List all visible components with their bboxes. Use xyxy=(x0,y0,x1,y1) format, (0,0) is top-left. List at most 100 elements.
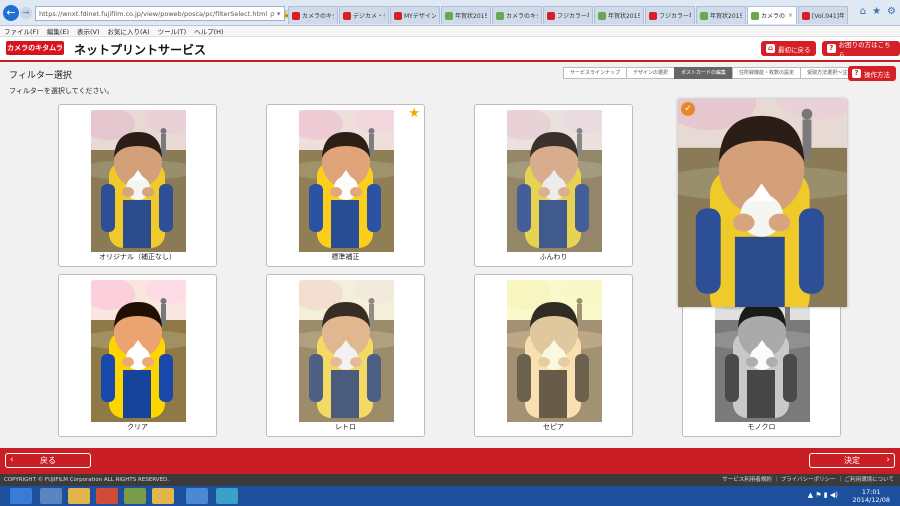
progress-step: ポストカードの編集 xyxy=(674,67,734,79)
filter-label: ふんわり xyxy=(539,253,568,261)
photo-thumbnail xyxy=(299,110,394,252)
copyright-text: COPYRIGHT © FUJIFILM Corporation ALL RIG… xyxy=(4,477,170,483)
app-icon[interactable] xyxy=(40,488,62,504)
favicon-icon xyxy=(547,11,555,20)
browser-tab[interactable]: 年賀状2015 xyxy=(594,6,644,24)
browser-tab[interactable]: カメラのキ...× xyxy=(747,6,797,24)
browser-tab[interactable]: カメラのキタム... xyxy=(492,6,542,24)
tab-title: MYデザイン年... xyxy=(404,13,436,20)
filter-label: 標準補正 xyxy=(331,253,360,261)
tab-title: 年賀状2015 xyxy=(710,13,742,20)
browser-tab[interactable]: フジカラー年... xyxy=(543,6,593,24)
filter-card-original[interactable]: オリジナル（補正なし） xyxy=(58,104,217,267)
app-icon[interactable] xyxy=(96,488,118,504)
tab-title: デジカメ・デジ... xyxy=(353,13,385,20)
browser-toolbar: ← → https://wnxt.fdinet.fujifilm.co.jp/v… xyxy=(0,0,900,26)
progress-steps: サービスラインナップ デザインの選択 ポストカードの編集 住所録機能・枚数の設定 受取方… xyxy=(563,67,870,79)
tab-title: カメラのキタム... xyxy=(506,13,538,20)
favicon-icon xyxy=(292,11,300,20)
photo-thumbnail xyxy=(91,280,186,422)
photo-thumbnail xyxy=(91,110,186,252)
tab-title: 年賀状2015 xyxy=(608,13,640,20)
browser-tab[interactable]: MYデザイン年... xyxy=(390,6,440,24)
home-icon[interactable]: ⌂ xyxy=(860,6,866,17)
filter-label: レトロ xyxy=(335,423,356,431)
progress-step: サービスラインナップ xyxy=(563,67,628,79)
how-to-button[interactable]: ? 操作方法 xyxy=(848,66,896,81)
ie-icon[interactable] xyxy=(10,488,32,504)
menu-item-help[interactable]: ヘルプ(H) xyxy=(194,26,223,36)
settings-gear-icon[interactable]: ⚙ xyxy=(887,6,896,17)
page-instruction: フィルターを選択してください。 xyxy=(9,87,114,95)
selected-check-icon: ✓ xyxy=(681,102,695,116)
address-bar[interactable]: https://wnxt.fdinet.fujifilm.co.jp/view/… xyxy=(35,6,315,21)
confirm-label: 決定 xyxy=(844,456,860,465)
favicon-icon xyxy=(649,11,657,20)
filter-card-clear[interactable]: クリア xyxy=(58,274,217,437)
photo-thumbnail xyxy=(507,110,602,252)
system-tray[interactable]: ▲ ⚑ ▮ ◀) xyxy=(808,491,838,499)
clock[interactable]: 17:01 2014/12/08 xyxy=(853,488,890,504)
favicon-icon xyxy=(598,11,606,20)
menu-item-tools[interactable]: ツール(T) xyxy=(158,26,187,36)
windows-taskbar: ▲ ⚑ ▮ ◀) 17:01 2014/12/08 xyxy=(0,486,900,506)
filter-card-soft[interactable]: ふんわり xyxy=(474,104,633,267)
folder-icon[interactable] xyxy=(152,488,174,504)
back-arrow-icon[interactable]: ← xyxy=(3,5,19,21)
browser-tab[interactable]: カメラのキタム... xyxy=(288,6,338,24)
help-button[interactable]: ? お困りの方はこちら xyxy=(822,40,900,59)
how-to-label: 操作方法 xyxy=(864,70,890,79)
favicon-icon xyxy=(496,11,504,20)
back-to-start-button[interactable]: ⌂ 最初に戻る xyxy=(761,41,816,56)
tab-title: カメラのキタム... xyxy=(302,13,334,20)
menu-item-file[interactable]: ファイル(F) xyxy=(4,26,39,36)
copyright-bar: COPYRIGHT © FUJIFILM Corporation ALL RIG… xyxy=(0,474,900,486)
site-header: カメラのキタムラ ネットプリントサービス ⌂ 最初に戻る ? お困りの方はこちら xyxy=(0,37,900,62)
question-icon: ? xyxy=(852,69,861,78)
menu-item-view[interactable]: 表示(V) xyxy=(77,26,100,36)
app-icon[interactable] xyxy=(186,488,208,504)
favicon-icon xyxy=(394,11,402,20)
recommended-star-icon: ★ xyxy=(408,106,420,121)
clock-time: 17:01 xyxy=(861,488,881,496)
url-text[interactable]: https://wnxt.fdinet.fujifilm.co.jp/view/… xyxy=(39,10,267,18)
kitamura-logo[interactable]: カメラのキタムラ xyxy=(6,41,64,55)
browser-tab[interactable]: フジカラー年... xyxy=(645,6,695,24)
tab-title: カメラのキ... xyxy=(761,13,786,20)
browser-tab[interactable]: 年賀状2015 xyxy=(696,6,746,24)
page-title: フィルター選択 xyxy=(9,71,72,81)
home-icon: ⌂ xyxy=(766,44,775,53)
tab-title: 年賀状2015 xyxy=(455,13,487,20)
tab-title: フジカラー年... xyxy=(659,13,691,20)
app-icon[interactable] xyxy=(124,488,146,504)
footer-links[interactable]: サービス利用者規約 ｜ プライバシーポリシー ｜ ご利用環境について xyxy=(722,474,894,486)
browser-tab[interactable]: 年賀状2015 xyxy=(441,6,491,24)
favicon-icon xyxy=(700,11,708,20)
tab-strip: カメラのキタム... デジカメ・デジ... MYデザイン年... 年賀状2015 カメラ… xyxy=(288,6,849,24)
browser-tab[interactable]: [Vol.041]年... xyxy=(798,6,848,24)
confirm-button[interactable]: 決定 › xyxy=(809,453,895,468)
browser-icons: ⌂ ★ ⚙ xyxy=(860,6,896,17)
close-tab-icon[interactable]: × xyxy=(788,12,793,19)
filter-card-retro[interactable]: レトロ xyxy=(266,274,425,437)
tab-title: [Vol.041]年... xyxy=(812,13,844,20)
filter-card-sepia[interactable]: セピア xyxy=(474,274,633,437)
favicon-icon xyxy=(445,11,453,20)
folder-icon[interactable] xyxy=(68,488,90,504)
app-icon[interactable] xyxy=(216,488,238,504)
progress-step: 住所録機能・枚数の設定 xyxy=(732,67,802,79)
back-button[interactable]: ‹ 戻る xyxy=(5,453,91,468)
help-label: お困りの方はこちら xyxy=(838,40,891,59)
menu-item-edit[interactable]: 編集(E) xyxy=(47,26,69,36)
menu-item-favorites[interactable]: お気に入り(A) xyxy=(108,26,150,36)
favorites-star-icon[interactable]: ★ xyxy=(872,6,881,17)
filter-card-standard[interactable]: ★ 標準補正 xyxy=(266,104,425,267)
menu-bar: ファイル(F) 編集(E) 表示(V) お気に入り(A) ツール(T) ヘルプ(… xyxy=(0,26,900,37)
filter-label: セピア xyxy=(543,423,564,431)
forward-arrow-icon[interactable]: → xyxy=(20,7,32,19)
enlarged-preview xyxy=(678,99,847,307)
progress-step: デザインの選択 xyxy=(626,67,676,79)
browser-tab[interactable]: デジカメ・デジ... xyxy=(339,6,389,24)
photo-thumbnail xyxy=(507,280,602,422)
question-icon: ? xyxy=(827,44,836,53)
